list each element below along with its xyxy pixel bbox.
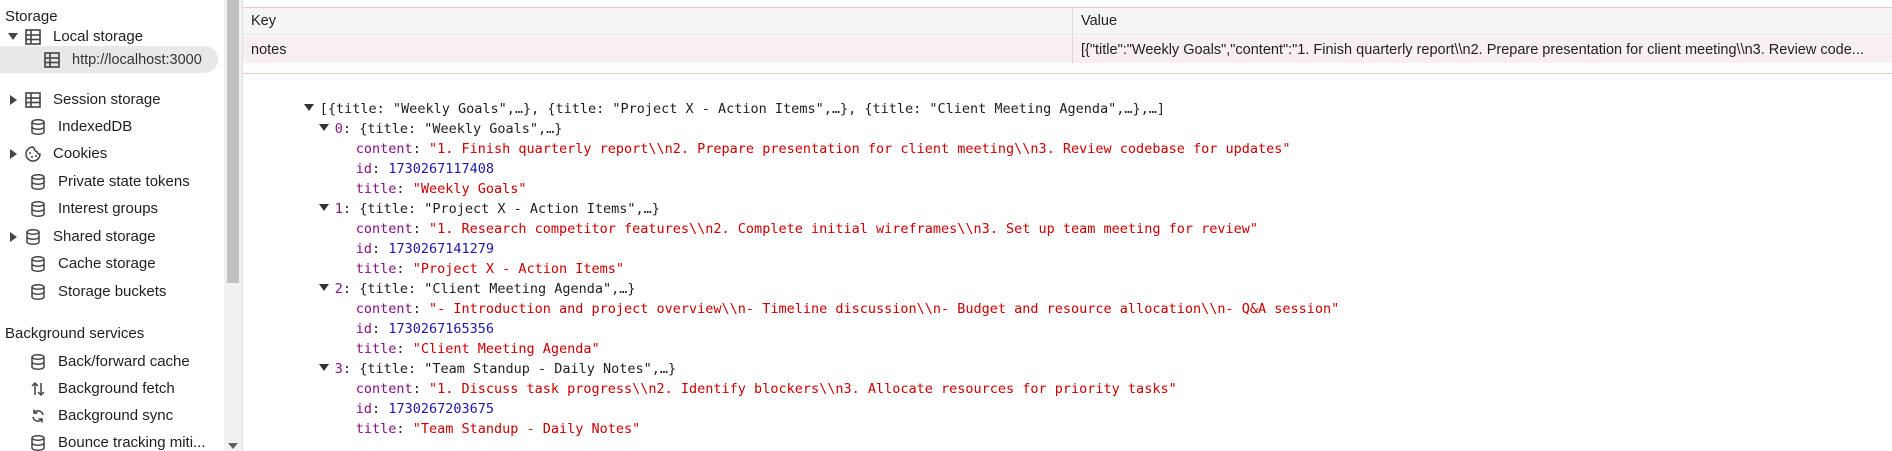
json-property-content: content: "1. Discuss task progress\\n2. … bbox=[355, 381, 1177, 397]
json-array-item[interactable]: 0: {title: "Weekly Goals",…} bbox=[270, 99, 562, 137]
table-icon bbox=[23, 90, 43, 110]
sidebar-item-label: Background sync bbox=[58, 407, 174, 424]
key-value-table: Key Value notes [{"title":"Weekly Goals"… bbox=[243, 7, 1892, 74]
sidebar-item-interest-groups[interactable]: Interest groups bbox=[0, 195, 224, 222]
json-property-content: content: "1. Research competitor feature… bbox=[355, 221, 1258, 237]
json-property-title: title: "Weekly Goals" bbox=[355, 181, 527, 197]
value-column-header[interactable]: Value bbox=[1073, 8, 1892, 35]
sidebar-item-session-storage[interactable]: Session storage bbox=[0, 86, 224, 113]
json-string-value: "1. Discuss task progress\\n2. Identify … bbox=[428, 381, 1177, 397]
database-icon bbox=[28, 352, 48, 372]
sidebar-item-shared-storage[interactable]: Shared storage bbox=[0, 223, 224, 250]
json-array-item[interactable]: 2: {title: "Client Meeting Agenda",…} bbox=[270, 259, 636, 297]
sidebar-item-cookies[interactable]: Cookies bbox=[0, 140, 224, 167]
json-root-node[interactable]: [{title: "Weekly Goals",…}, {title: "Pro… bbox=[255, 79, 1165, 117]
json-string-value: "- Introduction and project overview\\n-… bbox=[428, 301, 1340, 317]
sidebar-item-storage-buckets[interactable]: Storage buckets bbox=[0, 278, 224, 305]
sidebar-item-private-state-tokens[interactable]: Private state tokens bbox=[0, 168, 224, 195]
json-property-id: id: 1730267117408 bbox=[355, 161, 494, 177]
background-services-section-title: Background services bbox=[5, 325, 145, 342]
sidebar-item-label: Back/forward cache bbox=[58, 353, 190, 370]
up-down-arrows-icon bbox=[28, 379, 48, 399]
scrollbar-thumb[interactable] bbox=[227, 0, 239, 283]
json-key: title bbox=[355, 421, 397, 437]
sidebar-item-label: Bounce tracking miti... bbox=[58, 434, 206, 451]
expand-arrow-icon[interactable] bbox=[10, 94, 17, 105]
json-array-item[interactable]: 3: {title: "Team Standup - Daily Notes",… bbox=[270, 339, 676, 377]
database-icon bbox=[28, 254, 48, 274]
application-sidebar: Storage Local storage http://localhost:3… bbox=[0, 0, 224, 451]
json-array-item[interactable]: 1: {title: "Project X - Action Items",…} bbox=[270, 179, 660, 217]
key-column-header[interactable]: Key bbox=[243, 8, 1073, 35]
expand-arrow-icon[interactable] bbox=[10, 148, 17, 159]
database-icon bbox=[28, 199, 48, 219]
json-property-id: id: 1730267141279 bbox=[355, 241, 494, 257]
sidebar-item-label: Cookies bbox=[53, 145, 108, 162]
cookie-icon bbox=[23, 144, 43, 164]
table-row-key-cell[interactable]: notes bbox=[243, 36, 1073, 63]
sidebar-item-label: Session storage bbox=[53, 91, 161, 108]
sidebar-item-label: IndexedDB bbox=[58, 118, 133, 135]
sidebar-scrollbar[interactable] bbox=[224, 0, 243, 451]
sidebar-item-label: Interest groups bbox=[58, 200, 159, 217]
database-icon bbox=[23, 227, 43, 247]
table-row-value-cell[interactable]: [{"title":"Weekly Goals","content":"1. F… bbox=[1073, 36, 1892, 63]
json-property-title: title: "Team Standup - Daily Notes" bbox=[355, 421, 641, 437]
sidebar-item-label: Local storage bbox=[53, 28, 144, 45]
json-property-title: title: "Project X - Action Items" bbox=[355, 261, 625, 277]
sync-icon bbox=[28, 406, 48, 426]
json-property-title: title: "Client Meeting Agenda" bbox=[355, 341, 600, 357]
json-property-id: id: 1730267203675 bbox=[355, 401, 494, 417]
database-icon bbox=[28, 117, 48, 137]
sidebar-item-cache-storage[interactable]: Cache storage bbox=[0, 250, 224, 277]
sidebar-item-bounce-tracking[interactable]: Bounce tracking miti... bbox=[0, 429, 224, 451]
json-string-value: "Team Standup - Daily Notes" bbox=[412, 421, 641, 437]
sidebar-item-label: http://localhost:3000 bbox=[72, 51, 202, 68]
sidebar-item-label: Background fetch bbox=[58, 380, 175, 397]
sidebar-item-label: Cache storage bbox=[58, 255, 156, 272]
sidebar-item-label: Storage buckets bbox=[58, 283, 167, 300]
expand-arrow-icon[interactable] bbox=[10, 231, 17, 242]
sidebar-item-indexeddb[interactable]: IndexedDB bbox=[0, 113, 224, 140]
sidebar-item-label: Shared storage bbox=[53, 228, 156, 245]
database-icon bbox=[28, 172, 48, 192]
table-icon bbox=[42, 50, 62, 70]
json-string-value: "1. Research competitor features\\n2. Co… bbox=[428, 221, 1258, 237]
json-string-value: "1. Finish quarterly report\\n2. Prepare… bbox=[428, 141, 1291, 157]
sidebar-item-background-sync[interactable]: Background sync bbox=[0, 402, 224, 429]
sidebar-item-background-fetch[interactable]: Background fetch bbox=[0, 375, 224, 402]
table-icon bbox=[23, 27, 43, 47]
storage-view-pane: Key Value notes [{"title":"Weekly Goals"… bbox=[243, 0, 1892, 451]
scroll-down-arrow-icon[interactable] bbox=[228, 443, 238, 449]
expand-arrow-icon[interactable] bbox=[8, 33, 18, 40]
sidebar-item-label: Private state tokens bbox=[58, 173, 190, 190]
json-property-id: id: 1730267165356 bbox=[355, 321, 494, 337]
sidebar-item-back-forward-cache[interactable]: Back/forward cache bbox=[0, 348, 224, 375]
json-property-content: content: "1. Finish quarterly report\\n2… bbox=[355, 141, 1291, 157]
database-icon bbox=[28, 282, 48, 302]
sidebar-item-localhost-origin[interactable]: http://localhost:3000 bbox=[0, 46, 218, 73]
json-property-content: content: "- Introduction and project ove… bbox=[355, 301, 1340, 317]
database-icon bbox=[28, 433, 48, 451]
